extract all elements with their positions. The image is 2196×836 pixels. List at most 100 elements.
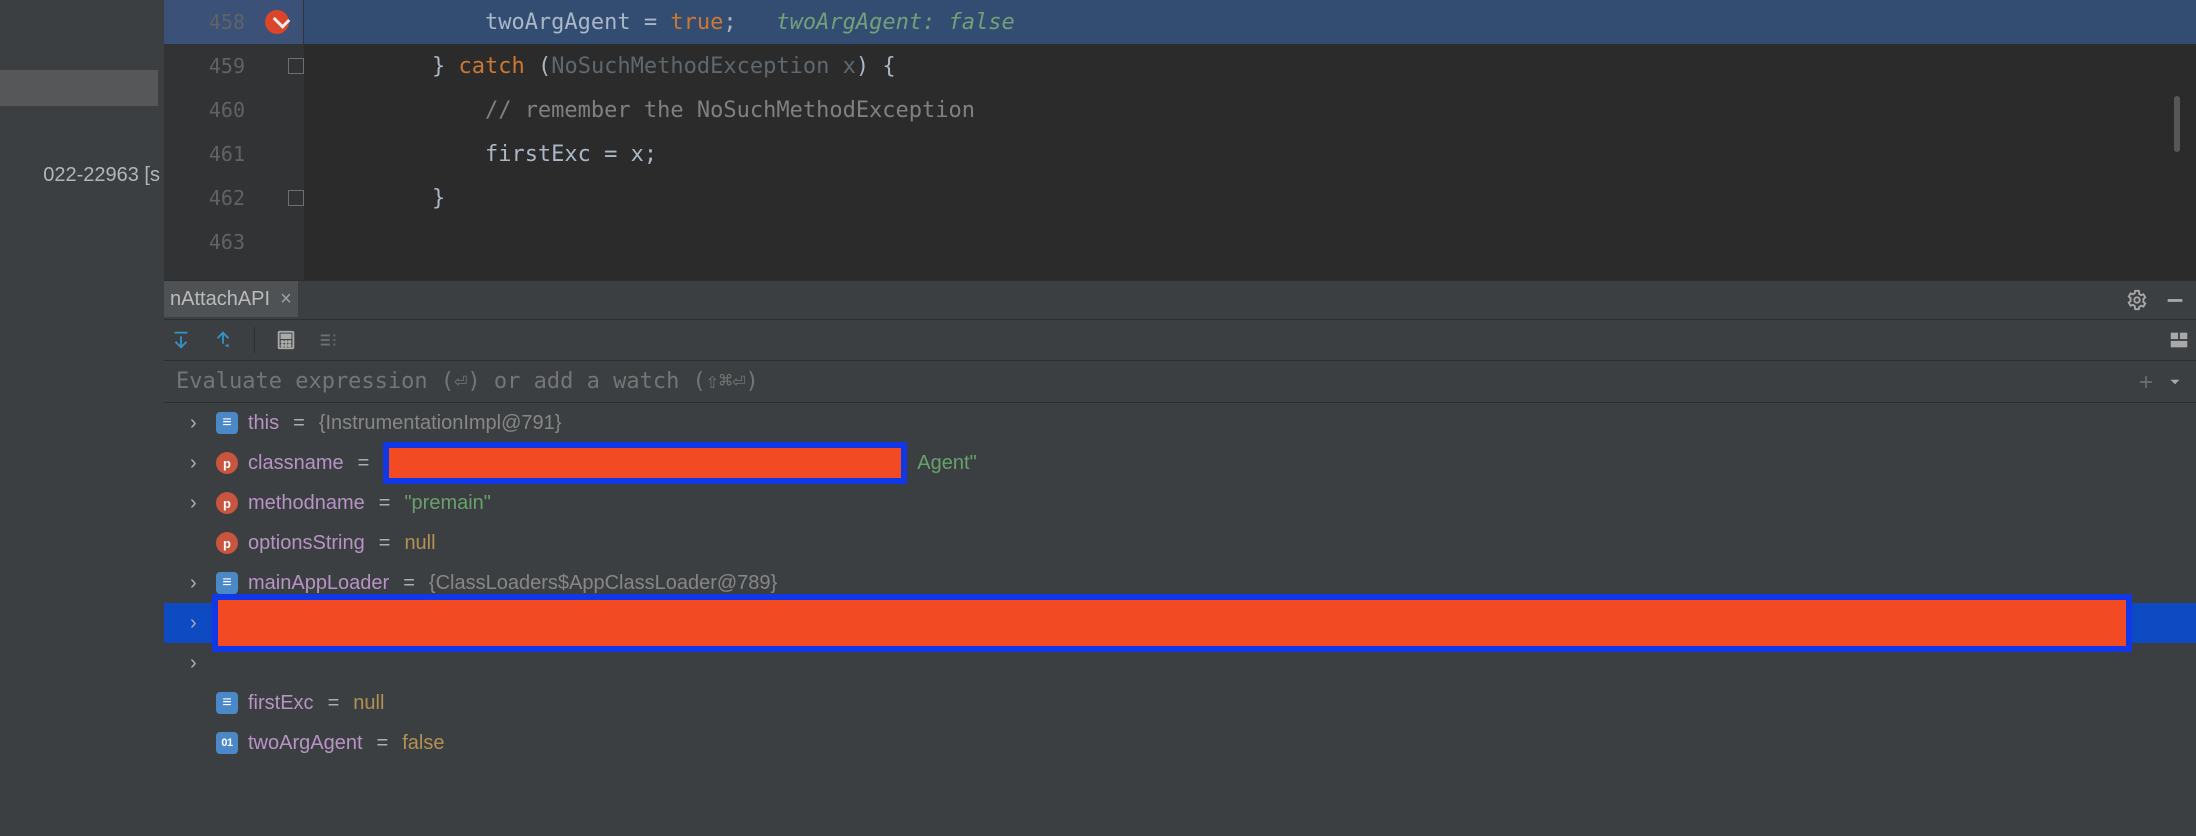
editor-code-area[interactable]: twoArgAgent = true; twoArgAgent: false }… <box>304 0 2196 280</box>
code-editor[interactable]: 458459460461462463 twoArgAgent = true; t… <box>164 0 2196 280</box>
variable-name: twoArgAgent <box>248 732 363 755</box>
app-root: 022-22963 [s 458459460461462463 twoArgAg… <box>0 0 2196 836</box>
close-icon[interactable]: × <box>280 288 292 311</box>
code-token: ( <box>525 54 552 79</box>
add-watch-icon[interactable] <box>2136 372 2156 392</box>
variable-row[interactable]: optionsString = null <box>164 523 2196 563</box>
variable-value: "premain" <box>404 492 490 515</box>
main-column: 458459460461462463 twoArgAgent = true; t… <box>164 0 2196 836</box>
code-token: = <box>644 10 671 35</box>
code-token: ; <box>723 10 776 35</box>
code-token: = x; <box>604 142 657 167</box>
editor-gutter[interactable]: 458459460461462463 <box>164 0 304 280</box>
variable-value: false <box>402 732 444 755</box>
code-token: NoSuchMethodException x <box>551 54 856 79</box>
variables-toolbar <box>164 319 2196 361</box>
object-icon <box>216 572 238 594</box>
variable-name: optionsString <box>248 532 365 555</box>
layout-icon[interactable] <box>2168 329 2190 351</box>
variable-value: {InstrumentationImpl@791} <box>319 412 562 435</box>
code-token: twoArgAgent: false <box>776 10 1014 35</box>
variable-name: this <box>248 412 279 435</box>
step-out-icon[interactable] <box>170 329 192 351</box>
chevron-right-icon[interactable]: › <box>190 492 206 515</box>
parameter-icon <box>216 532 238 554</box>
gutter-line[interactable]: 458 <box>164 0 303 44</box>
fold-icon[interactable] <box>288 190 304 206</box>
code-line[interactable]: } catch (NoSuchMethodException x) { <box>304 44 2196 88</box>
parameter-icon <box>216 492 238 514</box>
code-token: firstExc <box>485 142 604 167</box>
gutter-line[interactable]: 462 <box>164 176 303 220</box>
watch-settings-icon[interactable] <box>317 329 339 351</box>
debug-tab[interactable]: nAttachAPI × <box>164 281 298 319</box>
code-token: true <box>670 10 723 35</box>
variable-value: null <box>353 692 384 715</box>
code-line[interactable]: } <box>304 176 2196 220</box>
variable-name: classname <box>248 452 344 475</box>
equals-sign: = <box>399 572 419 595</box>
variable-name: methodname <box>248 492 365 515</box>
code-token: catch <box>458 54 524 79</box>
chevron-right-icon[interactable]: › <box>190 572 206 595</box>
gutter-line[interactable]: 463 <box>164 220 303 264</box>
object-icon <box>216 692 238 714</box>
equals-sign: = <box>324 692 344 715</box>
equals-sign: = <box>289 412 309 435</box>
evaluate-expression-bar <box>164 361 2196 403</box>
object-icon <box>216 412 238 434</box>
variables-tree[interactable]: › this = {InstrumentationImpl@791} › classn… <box>164 403 2196 836</box>
variable-value: Agent" <box>917 452 976 475</box>
gear-icon[interactable] <box>2126 289 2148 311</box>
variable-row[interactable]: › methodname = "premain" <box>164 483 2196 523</box>
variable-row[interactable]: › this = {InstrumentationImpl@791} <box>164 403 2196 443</box>
chevron-right-icon[interactable]: › <box>190 412 206 435</box>
variable-name: firstExc <box>248 692 314 715</box>
editor-scrollbar[interactable] <box>2174 96 2180 152</box>
equals-sign: = <box>354 452 374 475</box>
project-tree-selection[interactable] <box>0 70 158 106</box>
boolean-icon <box>216 732 238 754</box>
chevron-right-icon[interactable]: › <box>190 452 206 475</box>
evaluate-expression-input[interactable] <box>176 369 2126 394</box>
code-line[interactable] <box>304 220 2196 264</box>
code-token: } <box>432 186 445 211</box>
variable-row[interactable]: firstExc = null <box>164 683 2196 723</box>
debug-tool-window: nAttachAPI × <box>164 280 2196 836</box>
code-line[interactable]: twoArgAgent = true; twoArgAgent: false <box>304 0 2196 44</box>
chevron-down-icon[interactable] <box>2166 373 2184 391</box>
parameter-icon <box>216 452 238 474</box>
code-token: twoArgAgent <box>485 10 644 35</box>
code-token: } <box>432 54 459 79</box>
code-token: // remember the NoSuchMethodException <box>485 98 975 123</box>
gutter-line[interactable]: 460 <box>164 88 303 132</box>
fold-icon[interactable] <box>288 58 304 74</box>
variable-value: null <box>404 532 435 555</box>
debug-tab-label: nAttachAPI <box>170 288 270 311</box>
equals-sign: = <box>373 732 393 755</box>
project-tool-window[interactable]: 022-22963 [s <box>0 0 164 836</box>
gutter-line[interactable]: 461 <box>164 132 303 176</box>
variable-row[interactable]: › <box>164 643 2196 683</box>
equals-sign: = <box>375 532 395 555</box>
redacted-block <box>383 442 907 484</box>
breakpoint-icon[interactable] <box>265 10 289 34</box>
code-token: ) { <box>856 54 896 79</box>
minimize-icon[interactable] <box>2164 289 2186 311</box>
code-line[interactable]: firstExc = x; <box>304 132 2196 176</box>
debug-tab-bar: nAttachAPI × <box>164 281 2196 319</box>
variable-row[interactable]: › <box>164 603 2196 643</box>
step-into-icon[interactable] <box>212 329 234 351</box>
variable-row[interactable]: twoArgAgent = false <box>164 723 2196 763</box>
calculator-icon[interactable] <box>275 329 297 351</box>
equals-sign: = <box>375 492 395 515</box>
code-line[interactable]: // remember the NoSuchMethodException <box>304 88 2196 132</box>
toolbar-divider <box>254 327 255 353</box>
gutter-line[interactable]: 459 <box>164 44 303 88</box>
variable-value: {ClassLoaders$AppClassLoader@789} <box>429 572 777 595</box>
variable-name: mainAppLoader <box>248 572 389 595</box>
chevron-right-icon[interactable]: › <box>190 612 206 635</box>
project-tree-item-label[interactable]: 022-22963 [s <box>0 158 164 193</box>
chevron-right-icon[interactable]: › <box>190 652 206 675</box>
variable-row[interactable]: › classname = Agent" <box>164 443 2196 483</box>
